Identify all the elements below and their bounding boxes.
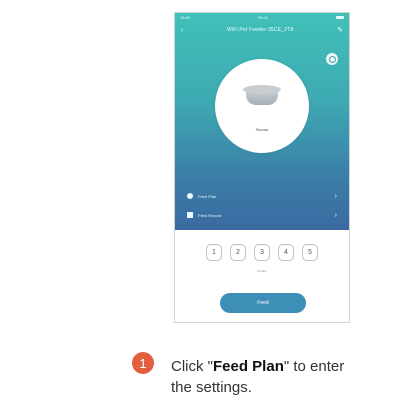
menu-item-feed-plan[interactable]: Feed Plan › [187,189,337,203]
record-icon [187,212,193,218]
device-header-area: 16:40 09:41 ‹ WiFi Pet Feeder-35CE_2T8 ✎… [175,13,349,230]
status-clock: 09:41 [258,15,269,20]
edit-icon[interactable]: ✎ [337,27,343,34]
instruction-line2: the settings. [171,379,252,396]
portion-option[interactable]: 2 [230,244,246,261]
step-number-badge: 1 [132,352,154,374]
clock-icon [187,193,193,199]
portion-label: Portion [257,269,267,273]
nav-bar: ‹ WiFi Pet Feeder-35CE_2T8 ✎ [175,22,349,38]
status-bar: 16:40 09:41 [175,13,349,22]
instruction-text: Click "Feed Plan" to enter the settings. [171,356,411,398]
menu-item-label: Feed Record [198,212,222,218]
menu-item-label: Feed Plan [198,193,217,199]
portion-selector: 1 2 3 4 5 [175,244,349,261]
feed-button[interactable]: Feed [220,293,306,313]
status-time: 16:40 [180,15,191,20]
menu-item-feed-record[interactable]: Feed Record › [187,208,337,222]
battery-icon [336,16,344,19]
portion-option[interactable]: 1 [206,244,222,261]
portion-option[interactable]: 3 [254,244,270,261]
instruction-highlight: Feed Plan [213,358,284,375]
phone-screenshot: 16:40 09:41 ‹ WiFi Pet Feeder-35CE_2T8 ✎… [174,12,350,323]
settings-icon[interactable] [326,53,338,65]
bowl-name: Standa [255,127,269,132]
bowl-display: Standa [215,59,309,153]
instruction-suffix: " to enter [283,358,345,375]
portion-option[interactable]: 4 [278,244,294,261]
portion-option[interactable]: 5 [302,244,318,261]
device-title: WiFi Pet Feeder-35CE_2T8 [226,27,294,33]
chevron-right-icon: › [334,192,337,200]
chevron-right-icon: › [334,211,337,219]
back-icon[interactable]: ‹ [181,27,183,34]
instruction-prefix: Click " [171,358,213,375]
bowl-icon [243,85,281,107]
